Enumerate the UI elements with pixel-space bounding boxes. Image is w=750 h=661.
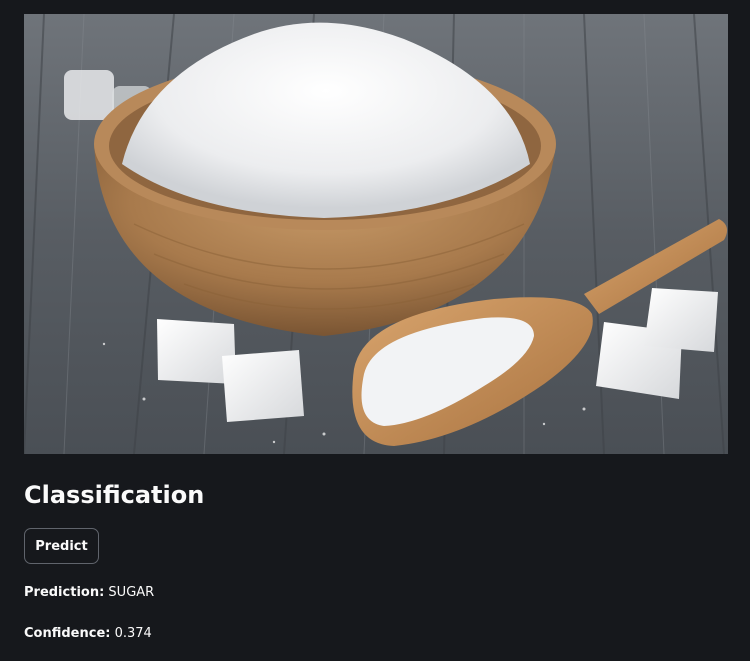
confidence-label: Confidence:: [24, 626, 111, 641]
confidence-value: 0.374: [114, 626, 152, 641]
predict-button[interactable]: Predict: [24, 528, 99, 564]
classification-title: Classification: [24, 481, 205, 509]
sugar-photo: [24, 14, 728, 454]
prediction-result: Prediction: SUGAR: [24, 584, 154, 602]
prediction-label: Prediction:: [24, 585, 105, 600]
uploaded-image: [24, 14, 728, 454]
confidence-result: Confidence: 0.374: [24, 625, 152, 643]
prediction-value: SUGAR: [108, 585, 155, 600]
